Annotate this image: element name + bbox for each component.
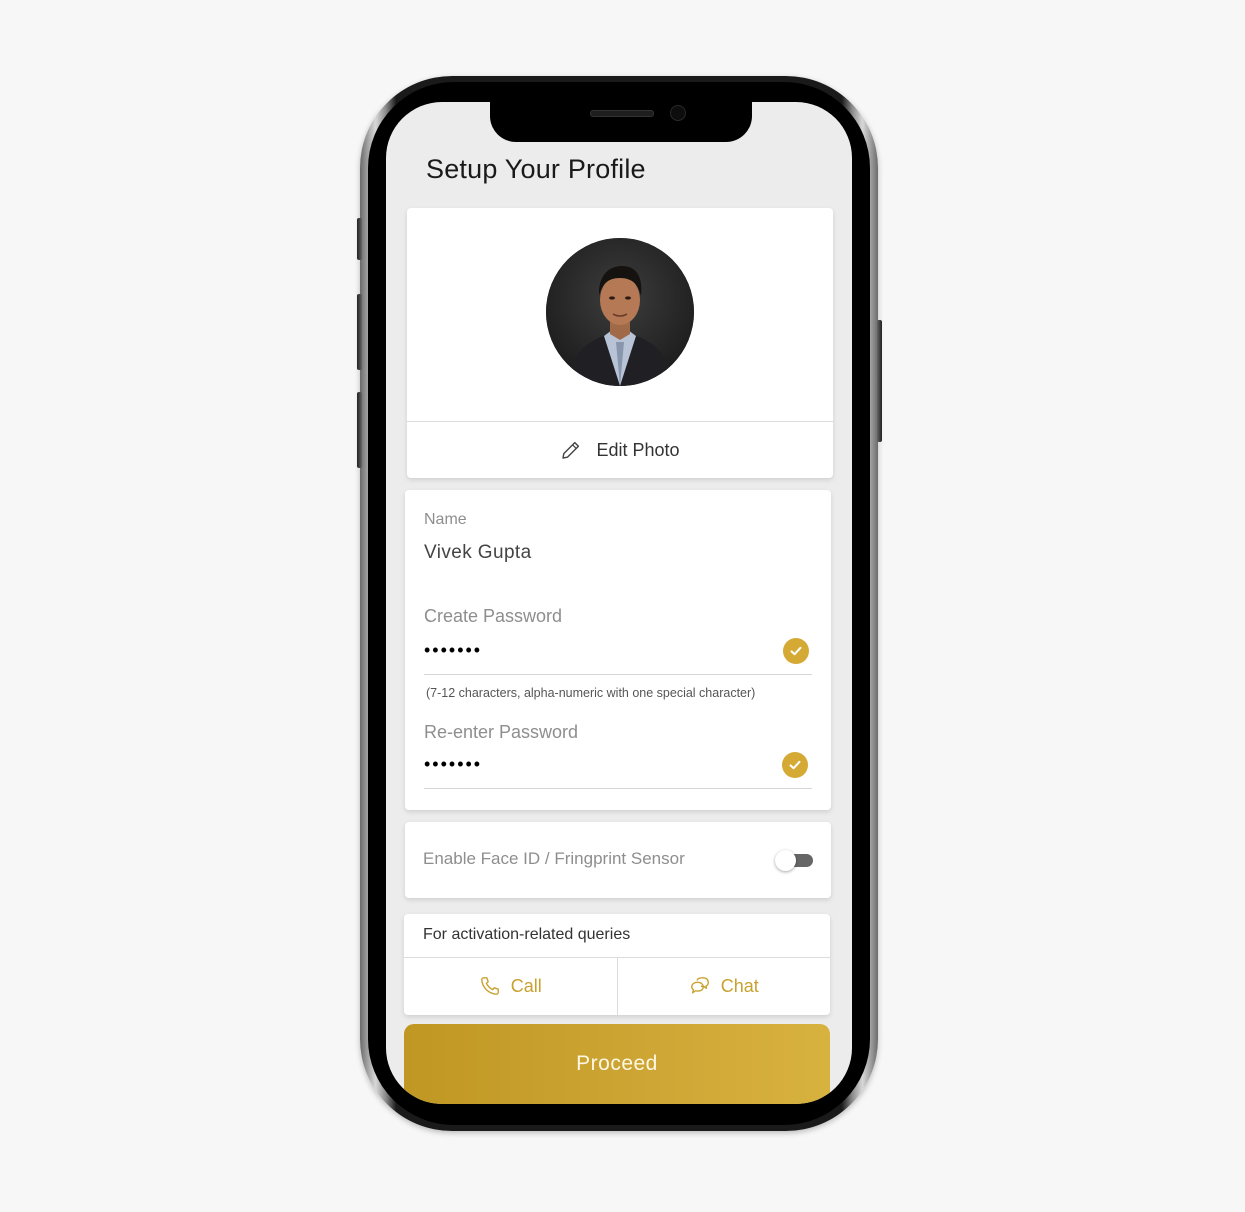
phone-volume-up-button <box>357 294 362 370</box>
edit-photo-button[interactable]: Edit Photo <box>407 422 833 478</box>
check-circle-icon <box>783 638 809 664</box>
biometric-card: Enable Face ID / Fringprint Sensor <box>405 822 831 898</box>
toggle-knob <box>775 850 796 871</box>
call-label: Call <box>510 975 542 996</box>
phone-silent-switch <box>357 218 362 260</box>
biometric-label: Enable Face ID / Fringprint Sensor <box>423 849 685 868</box>
reenter-password-underline <box>424 788 812 789</box>
pencil-icon <box>562 441 580 459</box>
reenter-password-label: Re-enter Password <box>424 722 579 742</box>
speaker-grille <box>590 110 654 117</box>
chat-bubbles-icon <box>690 977 709 994</box>
page-title: Setup Your Profile <box>426 154 646 184</box>
call-button[interactable]: Call <box>404 957 617 1015</box>
support-title: For activation-related queries <box>423 926 631 943</box>
phone-power-button <box>877 320 882 442</box>
profile-photo-card: Edit Photo <box>407 208 833 478</box>
support-actions: Call Chat <box>404 957 830 1015</box>
phone-icon <box>480 977 499 995</box>
reenter-password-field[interactable]: ••••••• <box>424 754 482 775</box>
phone-notch <box>490 102 752 142</box>
chat-button[interactable]: Chat <box>618 957 831 1015</box>
avatar-portrait-icon <box>546 238 694 386</box>
create-password-underline <box>424 674 812 675</box>
avatar[interactable] <box>546 238 694 386</box>
app-screen: Setup Your Profile Edit Photo Name Vivek… <box>386 102 852 1104</box>
check-circle-icon <box>782 752 808 778</box>
biometric-toggle[interactable] <box>775 850 813 871</box>
phone-volume-down-button <box>357 392 362 468</box>
edit-photo-label: Edit Photo <box>596 439 680 460</box>
chat-label: Chat <box>720 975 759 996</box>
create-password-field[interactable]: ••••••• <box>424 640 482 661</box>
profile-form-card: Name Vivek Gupta Create Password •••••••… <box>405 490 831 810</box>
name-label: Name <box>424 511 467 528</box>
create-password-label: Create Password <box>424 606 563 626</box>
proceed-button[interactable]: Proceed <box>404 1024 830 1104</box>
support-card: For activation-related queries Call Chat <box>404 914 830 1015</box>
password-hint: (7-12 characters, alpha-numeric with one… <box>426 686 756 700</box>
name-field[interactable]: Vivek Gupta <box>424 542 532 564</box>
front-camera <box>670 105 686 121</box>
